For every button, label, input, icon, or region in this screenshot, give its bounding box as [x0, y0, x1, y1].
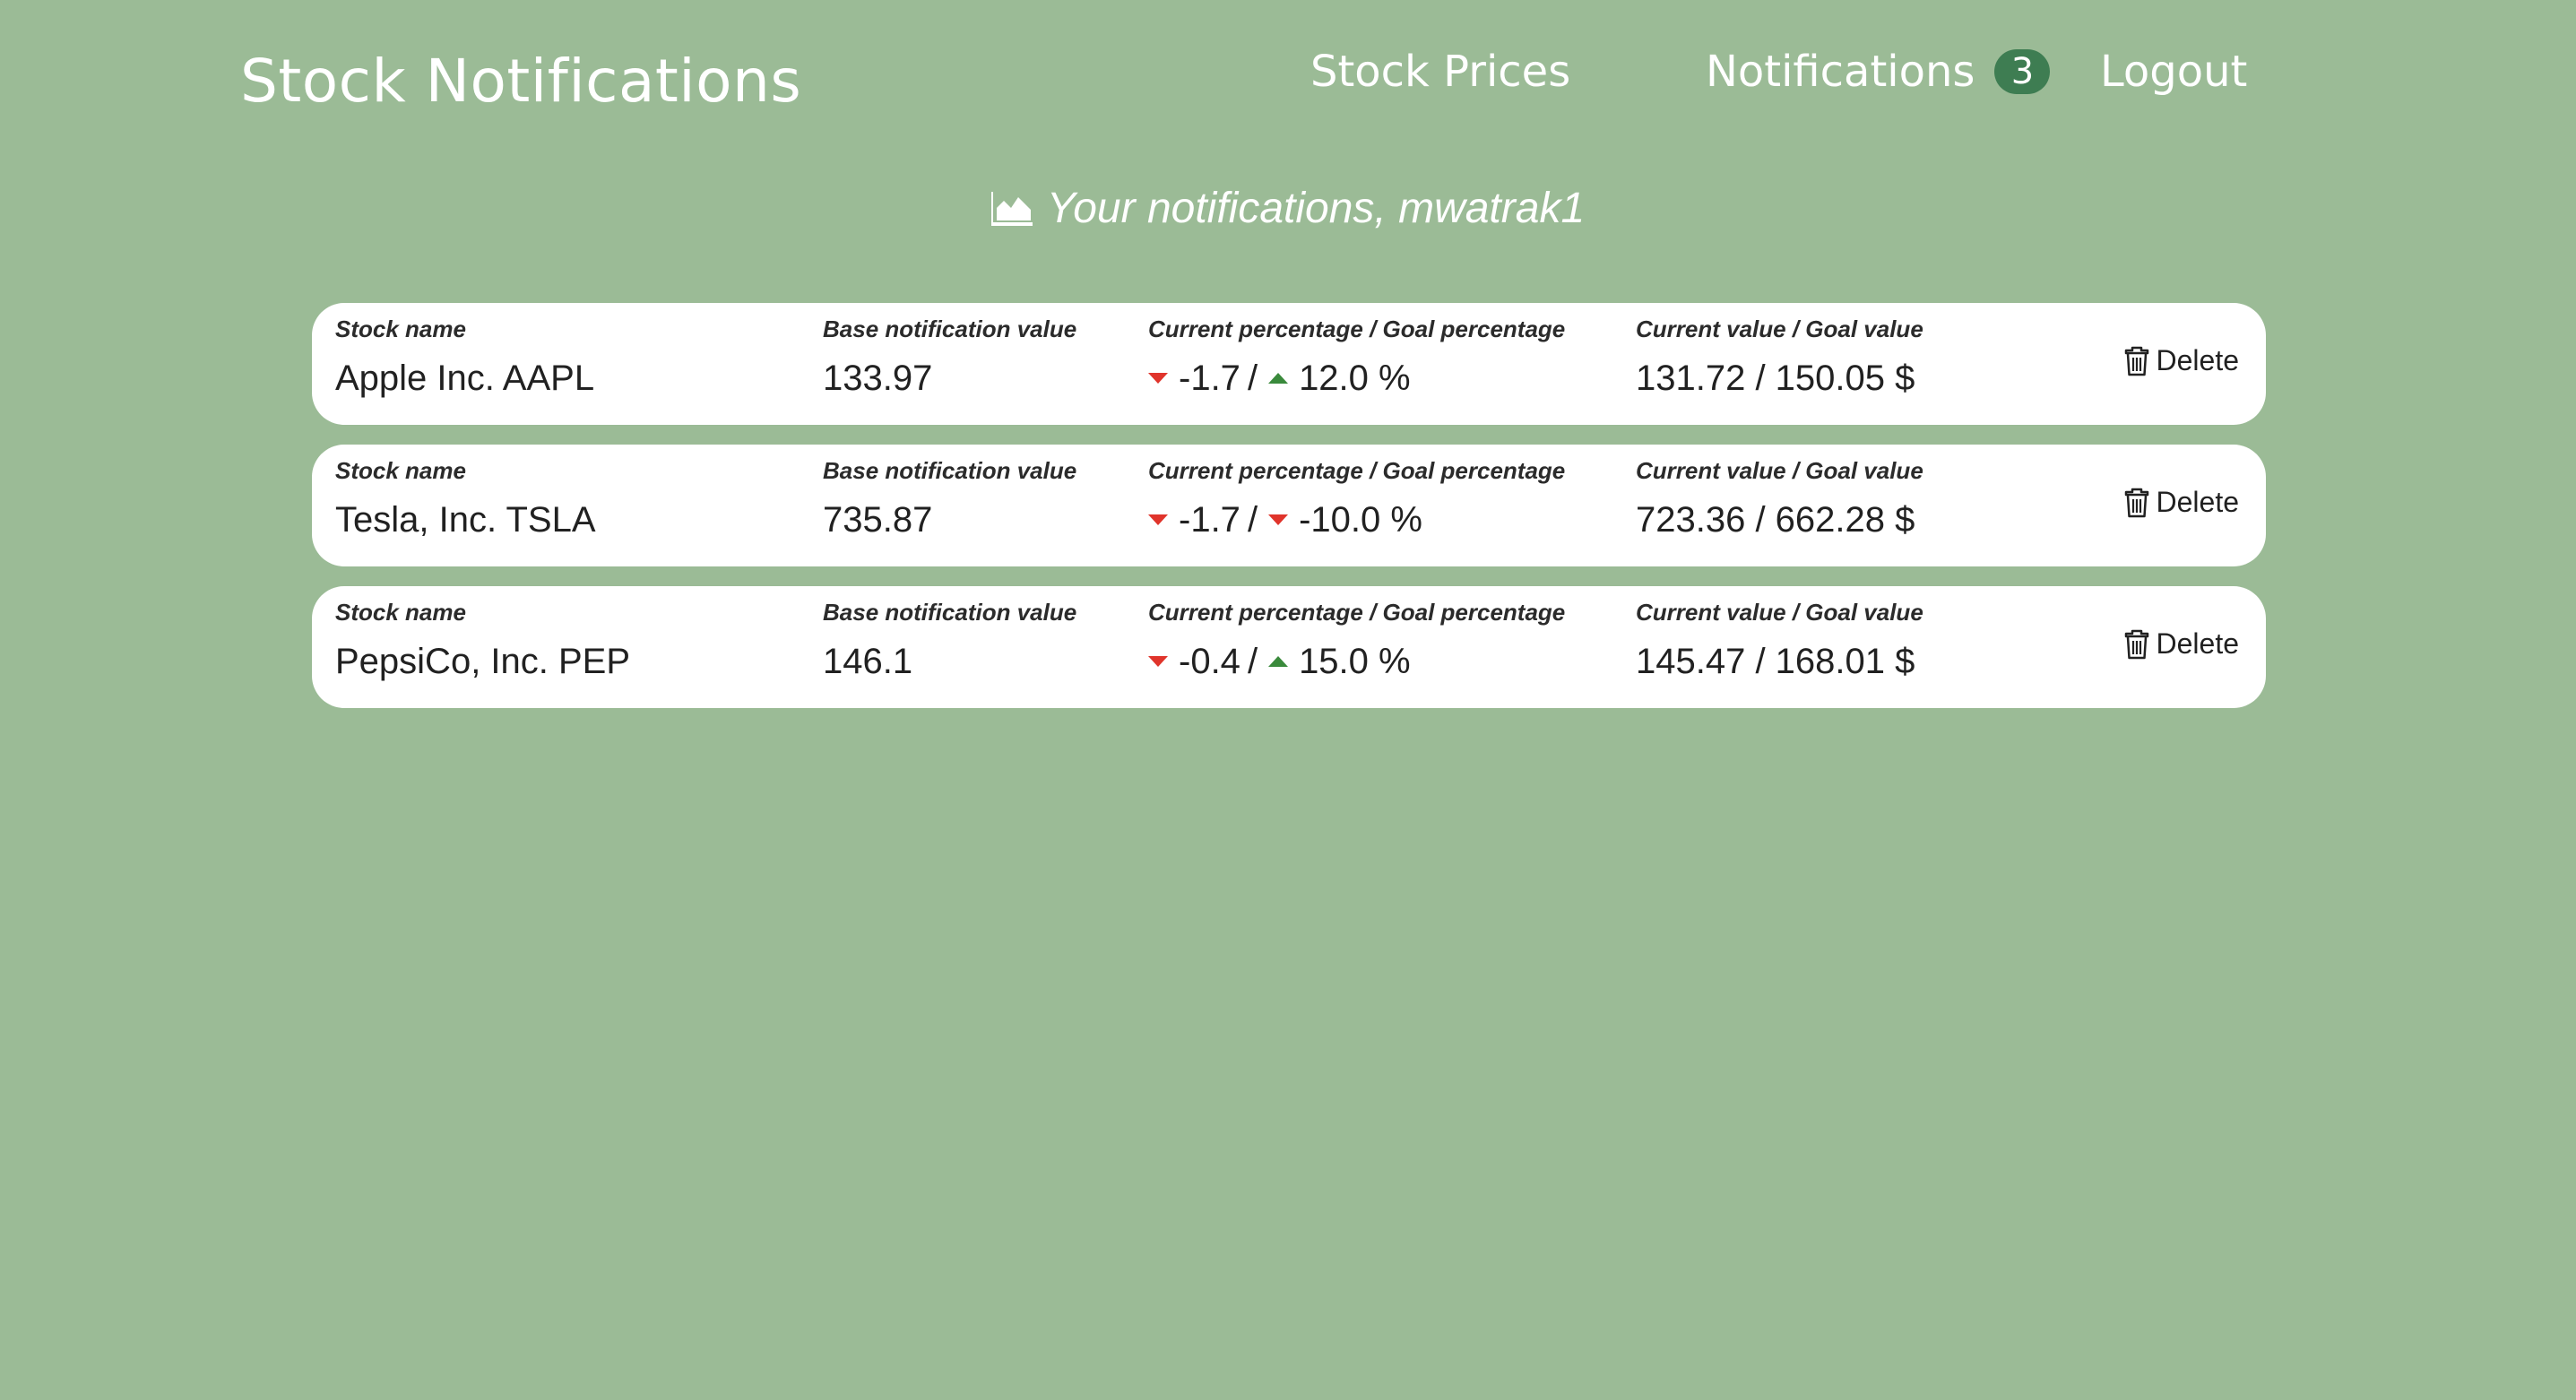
notifications-count-badge: 3: [1994, 49, 2051, 94]
stock-name-value: Apple Inc. AAPL: [335, 359, 595, 398]
percentage-value: -1.7 / -10.0 %: [1148, 498, 1565, 541]
goal-percentage: 12.0 %: [1299, 359, 1411, 398]
value-label: Current value / Goal value: [1636, 599, 1923, 626]
percentage-value: -1.7 / 12.0 %: [1148, 357, 1565, 400]
area-chart-icon: [990, 192, 1033, 226]
brand-title[interactable]: Stock Notifications: [240, 47, 801, 116]
notification-card: Stock name Tesla, Inc. TSLA Base notific…: [312, 445, 2266, 566]
stock-name-label: Stock name: [335, 315, 466, 342]
base-value-column: Base notification value 735.87: [823, 455, 1076, 541]
percentage-column: Current percentage / Goal percentage -1.…: [1148, 314, 1565, 400]
trash-icon: [2124, 488, 2148, 517]
stock-name-value: PepsiCo, Inc. PEP: [335, 642, 631, 681]
base-value-label: Base notification value: [823, 599, 1077, 626]
base-value-column: Base notification value 146.1: [823, 597, 1076, 683]
down-arrow-icon: [1148, 514, 1168, 525]
subtitle-text: Your notifications, mwatrak1: [1046, 185, 1586, 232]
base-value-label: Base notification value: [823, 457, 1077, 484]
current-percentage: -1.7: [1179, 500, 1240, 540]
value-label: Current value / Goal value: [1636, 315, 1923, 342]
percentage-label: Current percentage / Goal percentage: [1148, 599, 1566, 626]
delete-label: Delete: [2156, 486, 2240, 518]
stock-name-value: Tesla, Inc. TSLA: [335, 500, 596, 540]
current-goal-value: 723.36 / 662.28 $: [1636, 500, 1915, 540]
current-goal-value: 145.47 / 168.01 $: [1636, 642, 1915, 681]
delete-button[interactable]: Delete: [2124, 344, 2240, 377]
stock-name-label: Stock name: [335, 599, 466, 626]
value-column: Current value / Goal value 131.72 / 150.…: [1636, 314, 1923, 400]
down-arrow-icon: [1148, 656, 1168, 667]
page-subtitle: Your notifications, mwatrak1: [0, 184, 2576, 233]
value-column: Current value / Goal value 145.47 / 168.…: [1636, 597, 1923, 683]
separator: /: [1247, 642, 1258, 681]
value-column: Current value / Goal value 723.36 / 662.…: [1636, 455, 1923, 541]
percentage-column: Current percentage / Goal percentage -0.…: [1148, 597, 1565, 683]
notification-card: Stock name Apple Inc. AAPL Base notifica…: [312, 303, 2266, 425]
percentage-value: -0.4 / 15.0 %: [1148, 640, 1565, 683]
base-value-value: 735.87: [823, 500, 933, 540]
percentage-column: Current percentage / Goal percentage -1.…: [1148, 455, 1565, 541]
base-value-value: 133.97: [823, 359, 933, 398]
goal-percentage: 15.0 %: [1299, 642, 1411, 681]
separator: /: [1247, 359, 1258, 398]
value-label: Current value / Goal value: [1636, 457, 1923, 484]
nav-notifications-label: Notifications: [1706, 47, 1975, 97]
base-value-value: 146.1: [823, 642, 913, 681]
delete-label: Delete: [2156, 344, 2240, 376]
base-value-column: Base notification value 133.97: [823, 314, 1076, 400]
stock-name-column: Stock name Tesla, Inc. TSLA: [335, 455, 596, 541]
current-goal-value: 131.72 / 150.05 $: [1636, 359, 1915, 398]
down-arrow-icon: [1268, 514, 1289, 525]
goal-percentage: -10.0 %: [1299, 500, 1422, 540]
stock-name-label: Stock name: [335, 457, 466, 484]
nav-notifications[interactable]: Notifications 3: [1706, 47, 2051, 97]
percentage-label: Current percentage / Goal percentage: [1148, 315, 1566, 342]
current-percentage: -1.7: [1179, 359, 1240, 398]
up-arrow-icon: [1268, 373, 1289, 384]
stock-name-column: Stock name PepsiCo, Inc. PEP: [335, 597, 630, 683]
nav-logout[interactable]: Logout: [2100, 47, 2247, 97]
stock-name-column: Stock name Apple Inc. AAPL: [335, 314, 594, 400]
current-percentage: -0.4: [1179, 642, 1240, 681]
percentage-label: Current percentage / Goal percentage: [1148, 457, 1566, 484]
trash-icon: [2124, 346, 2148, 376]
delete-button[interactable]: Delete: [2124, 627, 2240, 661]
up-arrow-icon: [1268, 656, 1289, 667]
trash-icon: [2124, 629, 2148, 659]
separator: /: [1247, 500, 1258, 540]
delete-label: Delete: [2156, 627, 2240, 660]
base-value-label: Base notification value: [823, 315, 1077, 342]
notification-card: Stock name PepsiCo, Inc. PEP Base notifi…: [312, 586, 2266, 708]
delete-button[interactable]: Delete: [2124, 486, 2240, 519]
down-arrow-icon: [1148, 373, 1168, 384]
nav-stock-prices[interactable]: Stock Prices: [1310, 47, 1570, 97]
